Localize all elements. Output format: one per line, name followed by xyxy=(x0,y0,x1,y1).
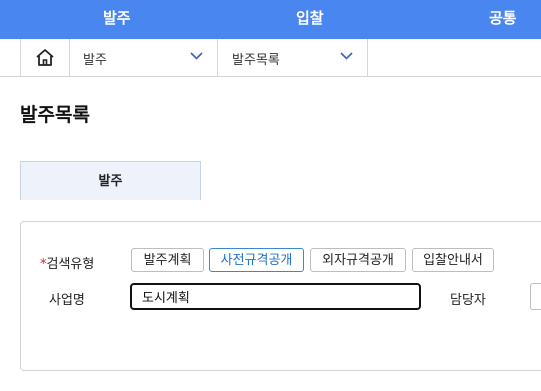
breadcrumb-dropdown-order-list[interactable]: 발주목록 xyxy=(218,39,368,76)
search-type-order-plan-button[interactable]: 발주계획 xyxy=(131,248,204,272)
search-type-label-text: 검색유형 xyxy=(46,257,95,272)
search-type-label: *검색유형 xyxy=(40,253,94,272)
nav-item-bid[interactable]: 입찰 xyxy=(296,0,324,39)
page-title: 발주목록 xyxy=(20,104,90,126)
breadcrumb-label: 발주 xyxy=(83,53,107,68)
home-button[interactable] xyxy=(20,39,70,76)
chevron-down-icon xyxy=(340,52,353,60)
manager-label: 담당자 xyxy=(450,293,486,308)
business-name-input[interactable] xyxy=(130,283,421,310)
manager-input[interactable] xyxy=(530,283,541,310)
breadcrumb-label: 발주목록 xyxy=(232,53,280,68)
home-icon xyxy=(36,49,54,66)
nav-item-order[interactable]: 발주 xyxy=(103,0,131,39)
search-type-pre-spec-button[interactable]: 사전규격공개 xyxy=(209,248,304,272)
business-name-label: 사업명 xyxy=(49,293,85,308)
breadcrumb-dropdown-order[interactable]: 발주 xyxy=(69,39,218,76)
top-navigation-bar: 발주 입찰 공통 xyxy=(0,0,541,39)
tab-order[interactable]: 발주 xyxy=(20,161,201,200)
nav-item-common[interactable]: 공통 xyxy=(489,0,517,39)
chevron-down-icon xyxy=(190,52,203,60)
search-type-foreign-spec-button[interactable]: 외자규격공개 xyxy=(310,248,406,272)
breadcrumb: 발주 발주목록 xyxy=(0,39,541,77)
search-type-bid-guide-button[interactable]: 입찰안내서 xyxy=(412,248,494,272)
